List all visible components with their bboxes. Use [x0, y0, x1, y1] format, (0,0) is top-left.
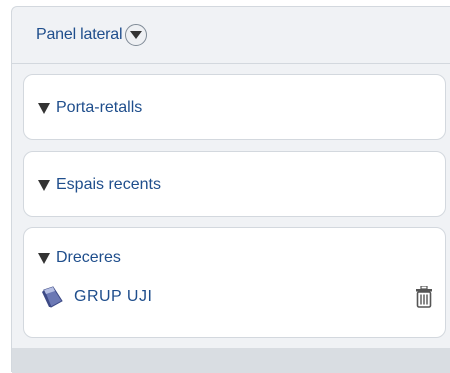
sidebar-panel: Panel lateral Porta-retalls Espais recen… [11, 6, 450, 373]
sidebar-toggle-button[interactable] [125, 24, 148, 46]
sidebar-title: Panel lateral [36, 26, 123, 43]
section-espais-recents: Espais recents [23, 151, 446, 217]
sidebar-footer [12, 348, 450, 373]
section-label: Porta-retalls [56, 99, 143, 116]
section-label: Dreceres [56, 249, 121, 266]
section-header-dreceres[interactable]: Dreceres [24, 240, 121, 276]
section-header-espais-recents[interactable]: Espais recents [24, 167, 161, 203]
triangle-down-icon [38, 179, 50, 191]
triangle-down-icon [38, 252, 50, 264]
space-icon [42, 286, 63, 308]
triangle-down-icon [38, 102, 50, 114]
sidebar-body: Porta-retalls Espais recents Dreceres GR… [12, 64, 450, 348]
sidebar-header: Panel lateral [12, 7, 450, 64]
shortcut-item-grup-uji[interactable]: GRUP UJI [40, 284, 440, 310]
section-header-porta-retalls[interactable]: Porta-retalls [24, 90, 142, 126]
section-dreceres: Dreceres GRUP UJI [23, 227, 446, 338]
shortcut-label: GRUP UJI [74, 288, 153, 305]
section-porta-retalls: Porta-retalls [23, 74, 446, 140]
trash-icon [416, 285, 432, 308]
section-label: Espais recents [56, 176, 161, 193]
delete-shortcut-button[interactable] [416, 285, 432, 313]
chevron-down-icon [130, 30, 143, 39]
